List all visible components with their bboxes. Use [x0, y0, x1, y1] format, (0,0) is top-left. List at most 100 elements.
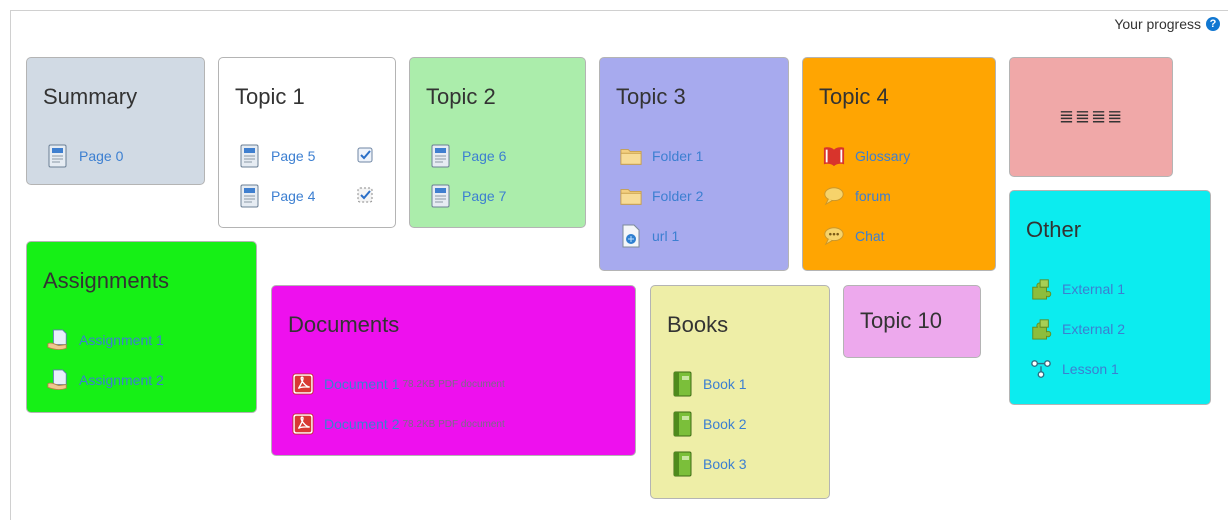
- progress-label: Your progress: [1114, 16, 1201, 32]
- activity-link[interactable]: Book 1: [703, 376, 747, 392]
- chat-icon: [823, 224, 845, 248]
- activity-link[interactable]: forum: [855, 188, 891, 204]
- activity-item[interactable]: Folder 2: [620, 176, 780, 216]
- folder-icon: [620, 144, 642, 168]
- tile-title: Books: [667, 312, 729, 337]
- tile-summary[interactable]: Summary Page 0: [26, 57, 205, 185]
- book-icon: [671, 451, 693, 477]
- pdf-icon: [292, 412, 314, 436]
- activity-item[interactable]: Book 1: [671, 364, 821, 404]
- completion-checkbox[interactable]: [357, 147, 373, 166]
- activity-link[interactable]: Page 0: [79, 148, 123, 164]
- activity-item[interactable]: Assignment 1: [47, 320, 248, 360]
- activity-item[interactable]: Book 2: [671, 404, 821, 444]
- tile-title: Other: [1026, 217, 1082, 242]
- activity-list: Assignment 1 Assignment 2: [47, 320, 248, 400]
- activity-item[interactable]: Chat: [823, 216, 987, 256]
- activity-item[interactable]: Page 5: [239, 136, 387, 176]
- activity-link[interactable]: Book 3: [703, 456, 747, 472]
- page-icon: [239, 184, 261, 208]
- tile-title: Topic 4: [819, 84, 889, 109]
- activity-list: Page 0: [47, 136, 196, 176]
- lesson-icon: [1030, 357, 1052, 381]
- tile-topic-2[interactable]: Topic 2 Page 6 Page 7: [409, 57, 586, 228]
- activity-item[interactable]: Glossary: [823, 136, 987, 176]
- folder-icon: [620, 184, 642, 208]
- activity-item[interactable]: Lesson 1: [1030, 349, 1202, 389]
- tile-title: Documents: [288, 312, 400, 337]
- activity-item[interactable]: Folder 1: [620, 136, 780, 176]
- help-icon[interactable]: ?: [1206, 17, 1220, 31]
- tile-other[interactable]: Other External 1 External 2 Lesson 1: [1009, 190, 1211, 405]
- tile-topic-3[interactable]: Topic 3 Folder 1 Folder 2 url 1: [599, 57, 789, 271]
- activity-link[interactable]: Document 1: [324, 376, 399, 392]
- activity-list: Folder 1 Folder 2 url 1: [620, 136, 780, 256]
- activity-item[interactable]: Document 2 78.2KB PDF document: [292, 404, 627, 444]
- assignment-icon: [47, 328, 69, 352]
- book-icon: [671, 371, 693, 397]
- tile-title: Summary: [43, 84, 138, 109]
- activity-link[interactable]: Page 7: [462, 188, 506, 204]
- activity-link[interactable]: url 1: [652, 228, 679, 244]
- activity-item[interactable]: External 1: [1030, 269, 1202, 309]
- activity-link[interactable]: Chat: [855, 228, 885, 244]
- activity-list: External 1 External 2 Lesson 1: [1030, 269, 1202, 389]
- url-icon: [620, 224, 642, 248]
- tile-topic-10[interactable]: Topic 10: [843, 285, 981, 358]
- activity-list: Page 6 Page 7: [430, 136, 577, 216]
- activity-item[interactable]: forum: [823, 176, 987, 216]
- tile-topic-4[interactable]: Topic 4 Glossary forum Chat: [802, 57, 996, 271]
- activity-item[interactable]: External 2: [1030, 309, 1202, 349]
- activity-link[interactable]: Lesson 1: [1062, 361, 1119, 377]
- activity-list: Book 1 Book 2 Book 3: [671, 364, 821, 484]
- forum-icon: [823, 184, 845, 208]
- tile-documents[interactable]: Documents Document 1 78.2KB PDF document D…: [271, 285, 636, 456]
- activity-link[interactable]: Book 2: [703, 416, 747, 432]
- tile-title: Assignments: [43, 268, 169, 293]
- activity-link[interactable]: Document 2: [324, 416, 399, 432]
- tile-title: Topic 10: [860, 308, 942, 333]
- activity-item[interactable]: url 1: [620, 216, 780, 256]
- activity-link[interactable]: Page 4: [271, 188, 315, 204]
- activity-item[interactable]: Page 7: [430, 176, 577, 216]
- book-icon: [671, 411, 693, 437]
- activity-item[interactable]: Assignment 2: [47, 360, 248, 400]
- activity-item[interactable]: Page 6: [430, 136, 577, 176]
- progress-header: Your progress ?: [1114, 16, 1220, 32]
- page-icon: [47, 144, 69, 168]
- external-tool-icon: [1030, 277, 1052, 301]
- activity-link[interactable]: Folder 1: [652, 148, 703, 164]
- page-icon: [430, 144, 452, 168]
- tile-assignments[interactable]: Assignments Assignment 1 Assignment 2: [26, 241, 257, 413]
- glossary-icon: [823, 144, 845, 168]
- activity-item[interactable]: Page 0: [47, 136, 196, 176]
- activity-link[interactable]: Glossary: [855, 148, 910, 164]
- activity-list: Glossary forum Chat: [823, 136, 987, 256]
- activity-link[interactable]: Page 5: [271, 148, 315, 164]
- activity-list: Document 1 78.2KB PDF document Document 27…: [292, 364, 627, 444]
- alignment-icons: ≣≣≣≣: [1058, 106, 1124, 127]
- manual-completion-checkbox[interactable]: [357, 187, 373, 206]
- tile-books[interactable]: Books Book 1 Book 2 Book 3: [650, 285, 830, 499]
- tile-topic-1[interactable]: Topic 1 Page 5 Page 4: [218, 57, 396, 228]
- activity-link[interactable]: External 2: [1062, 321, 1125, 337]
- activity-item[interactable]: Book 3: [671, 444, 821, 484]
- page-icon: [430, 184, 452, 208]
- external-tool-icon: [1030, 317, 1052, 341]
- activity-link[interactable]: Assignment 2: [79, 372, 164, 388]
- file-info: 78.2KB PDF document: [402, 418, 505, 430]
- activity-list: Page 5 Page 4: [239, 136, 387, 216]
- activity-link[interactable]: External 1: [1062, 281, 1125, 297]
- activity-item[interactable]: Page 4: [239, 176, 387, 216]
- tile-title: Topic 2: [426, 84, 496, 109]
- activity-link[interactable]: Assignment 1: [79, 332, 164, 348]
- pdf-icon: [292, 372, 314, 396]
- activity-item[interactable]: Document 1 78.2KB PDF document: [292, 364, 627, 404]
- page-icon: [239, 144, 261, 168]
- tile-format[interactable]: ≣≣≣≣: [1009, 57, 1173, 177]
- activity-link[interactable]: Folder 2: [652, 188, 703, 204]
- activity-link[interactable]: Page 6: [462, 148, 506, 164]
- tile-title: Topic 1: [235, 84, 305, 109]
- tile-title: Topic 3: [616, 84, 686, 109]
- assignment-icon: [47, 368, 69, 392]
